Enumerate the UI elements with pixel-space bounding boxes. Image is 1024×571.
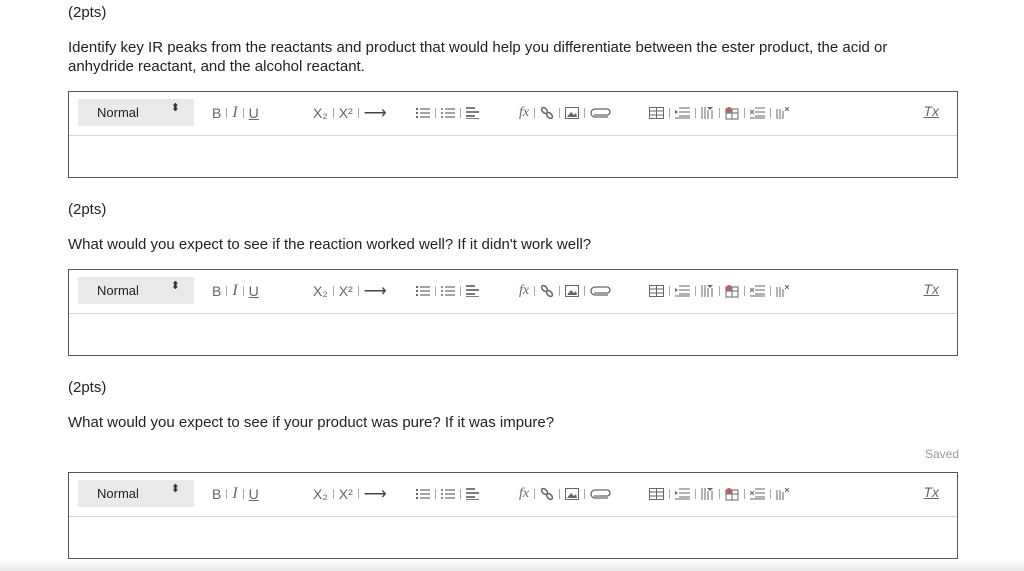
ordered-list-icon[interactable] [416, 285, 430, 297]
delete-row-icon[interactable] [750, 285, 765, 297]
format-select-value: Normal [97, 486, 139, 501]
answer-editor-2: Normal ⬍ B I U X₂ X² ⟶ fx Tx [68, 269, 958, 356]
underline-button[interactable]: U [249, 105, 259, 121]
underline-button[interactable]: U [249, 283, 259, 299]
insert-column-icon[interactable] [701, 285, 714, 297]
question-1-points: (2pts) [68, 4, 107, 21]
formula-button[interactable]: fx [519, 486, 529, 502]
superscript-button[interactable]: X² [339, 105, 353, 121]
attachment-icon[interactable] [590, 489, 612, 499]
insert-row-icon[interactable] [675, 488, 690, 500]
image-icon[interactable] [565, 107, 580, 119]
answer-text-area[interactable] [69, 517, 957, 558]
table-delete-icon[interactable] [725, 106, 739, 120]
page-bottom-edge [0, 561, 1024, 571]
answer-editor-3: Normal ⬍ B I U X₂ X² ⟶ fx Tx [68, 472, 958, 559]
question-2-points: (2pts) [68, 201, 107, 218]
italic-button[interactable]: I [232, 104, 237, 122]
image-icon[interactable] [565, 488, 580, 500]
clear-format-button[interactable]: Tx [923, 103, 939, 119]
select-arrows-icon: ⬍ [170, 483, 180, 495]
table-icon[interactable] [649, 107, 664, 119]
insert-column-icon[interactable] [701, 107, 714, 119]
clear-format-button[interactable]: Tx [923, 281, 939, 297]
answer-text-area[interactable] [69, 314, 957, 355]
link-icon[interactable] [540, 487, 554, 501]
answer-text-area[interactable] [69, 136, 957, 177]
subscript-button[interactable]: X₂ [313, 486, 328, 502]
delete-column-icon[interactable] [776, 488, 789, 500]
formula-button[interactable]: fx [519, 105, 529, 121]
format-select[interactable]: Normal ⬍ [78, 99, 194, 126]
arrow-button[interactable]: ⟶ [364, 281, 387, 301]
select-arrows-icon: ⬍ [170, 102, 180, 114]
format-select-value: Normal [97, 105, 139, 120]
editor-toolbar: Normal ⬍ B I U X₂ X² ⟶ fx Tx [69, 473, 957, 517]
align-left-icon[interactable] [466, 488, 480, 500]
superscript-button[interactable]: X² [339, 486, 353, 502]
bold-button[interactable]: B [212, 105, 221, 121]
image-icon[interactable] [565, 285, 580, 297]
question-3-points: (2pts) [68, 379, 107, 396]
editor-toolbar: Normal ⬍ B I U X₂ X² ⟶ fx Tx [69, 92, 957, 136]
italic-button[interactable]: I [232, 485, 237, 503]
format-select[interactable]: Normal ⬍ [78, 277, 194, 304]
insert-row-icon[interactable] [675, 285, 690, 297]
format-select-value: Normal [97, 283, 139, 298]
table-icon[interactable] [649, 488, 664, 500]
attachment-icon[interactable] [590, 286, 612, 296]
table-delete-icon[interactable] [725, 487, 739, 501]
bullet-list-icon[interactable] [441, 488, 455, 500]
clear-format-button[interactable]: Tx [923, 484, 939, 500]
underline-button[interactable]: U [249, 486, 259, 502]
saved-status: Saved [925, 447, 960, 461]
insert-row-icon[interactable] [675, 107, 690, 119]
table-delete-icon[interactable] [725, 284, 739, 298]
bold-button[interactable]: B [212, 283, 221, 299]
arrow-button[interactable]: ⟶ [364, 484, 387, 504]
delete-column-icon[interactable] [776, 107, 789, 119]
question-3-prompt: What would you expect to see if your pro… [68, 414, 555, 431]
superscript-button[interactable]: X² [339, 283, 353, 299]
attachment-icon[interactable] [590, 108, 612, 118]
align-left-icon[interactable] [466, 285, 480, 297]
delete-row-icon[interactable] [750, 107, 765, 119]
bullet-list-icon[interactable] [441, 107, 455, 119]
insert-column-icon[interactable] [701, 488, 714, 500]
align-left-icon[interactable] [466, 107, 480, 119]
link-icon[interactable] [540, 284, 554, 298]
ordered-list-icon[interactable] [416, 107, 430, 119]
subscript-button[interactable]: X₂ [313, 283, 328, 299]
arrow-button[interactable]: ⟶ [364, 103, 387, 123]
bullet-list-icon[interactable] [441, 285, 455, 297]
question-1-prompt: Identify key IR peaks from the reactants… [68, 39, 888, 75]
delete-column-icon[interactable] [776, 285, 789, 297]
question-2-prompt: What would you expect to see if the reac… [68, 236, 592, 253]
answer-editor-1: Normal ⬍ B I U X₂ X² ⟶ fx Tx [68, 91, 958, 178]
subscript-button[interactable]: X₂ [313, 105, 328, 121]
ordered-list-icon[interactable] [416, 488, 430, 500]
table-icon[interactable] [649, 285, 664, 297]
bold-button[interactable]: B [212, 486, 221, 502]
delete-row-icon[interactable] [750, 488, 765, 500]
format-select[interactable]: Normal ⬍ [78, 480, 194, 507]
select-arrows-icon: ⬍ [170, 280, 180, 292]
italic-button[interactable]: I [232, 282, 237, 300]
link-icon[interactable] [540, 106, 554, 120]
editor-toolbar: Normal ⬍ B I U X₂ X² ⟶ fx Tx [69, 270, 957, 314]
formula-button[interactable]: fx [519, 283, 529, 299]
